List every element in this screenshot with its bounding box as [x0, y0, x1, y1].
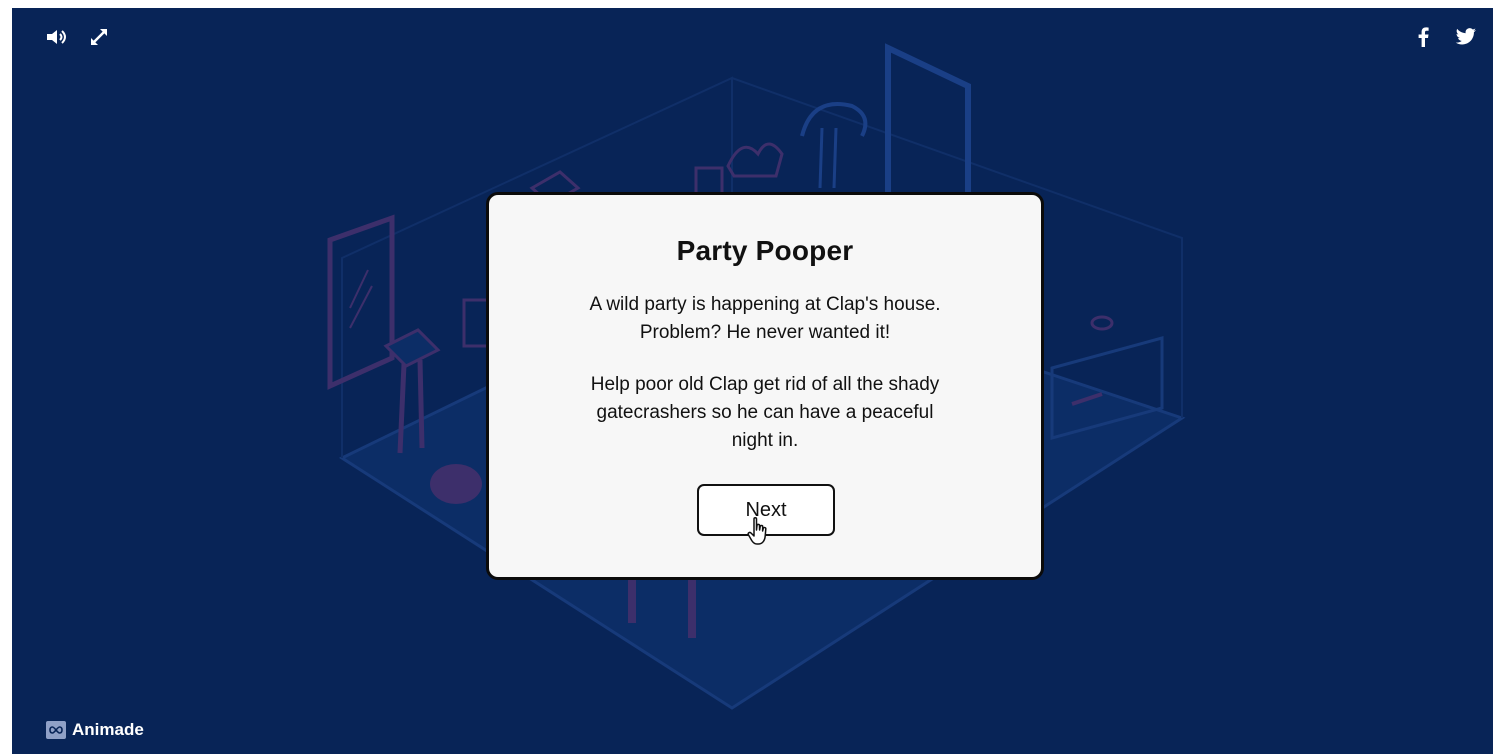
next-button[interactable]: Next — [697, 484, 835, 536]
twitter-share-button[interactable] — [1454, 26, 1478, 48]
sound-toggle-button[interactable] — [46, 26, 68, 48]
wall-mirror — [327, 214, 395, 390]
potted-plant — [726, 142, 784, 178]
facebook-icon — [1418, 27, 1429, 47]
dialog-intro-line-1: A wild party is happening at Clap's hous… — [589, 294, 941, 315]
dialog-intro-line-2: Problem? He never wanted it! — [639, 322, 891, 343]
dialog-instructions-line-2: gatecrashers so he can have a peaceful — [596, 402, 934, 423]
speaker-icon — [47, 30, 66, 44]
box-left — [462, 298, 490, 348]
twitter-icon — [1455, 28, 1476, 45]
lamp — [800, 102, 868, 137]
dialog-instructions-line-3: night in. — [731, 430, 799, 451]
game-stage[interactable]: Party Pooper A wild party is happening a… — [12, 8, 1493, 754]
infinity-logo-icon — [46, 721, 66, 739]
facebook-share-button[interactable] — [1412, 26, 1434, 48]
floor-rug — [430, 464, 482, 504]
dialog-intro-text: A wild party is happening at Clap's hous… — [529, 291, 1001, 347]
expand-icon — [91, 29, 107, 45]
dialog-title: Party Pooper — [676, 235, 854, 266]
dialog-instructions-text: Help poor old Clap get rid of all the sh… — [529, 371, 1001, 455]
intro-dialog: Party Pooper A wild party is happening a… — [486, 192, 1044, 580]
fullscreen-button[interactable] — [88, 26, 110, 48]
animade-brand-link[interactable]: Animade — [46, 720, 144, 740]
dialog-instructions-line-1: Help poor old Clap get rid of all the sh… — [590, 374, 940, 395]
wall-object — [1090, 315, 1114, 331]
brand-name: Animade — [72, 720, 144, 739]
